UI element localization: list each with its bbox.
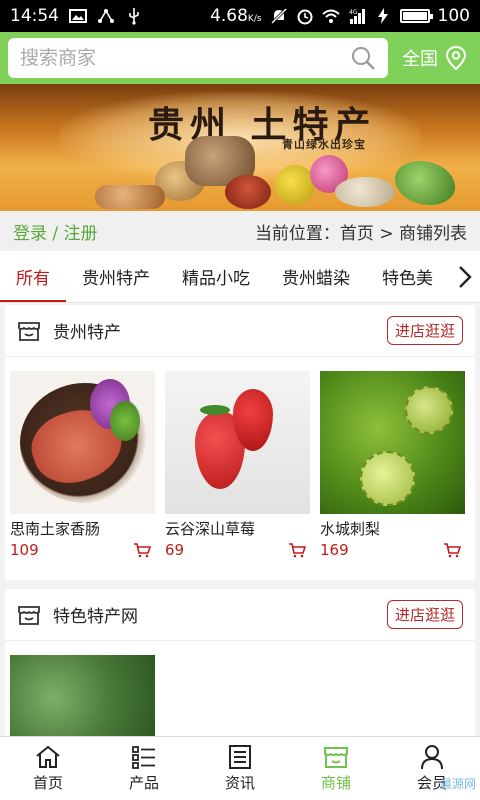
region-selector[interactable]: 全国 <box>402 45 468 71</box>
nav-label: 商铺 <box>320 774 351 792</box>
region-label: 全国 <box>402 49 438 70</box>
product-list: 思南土家香肠 109 云谷深山草莓 69 水城刺梨 169 <box>5 357 475 559</box>
banner-food-leaves <box>395 161 455 205</box>
promo-banner[interactable]: 贵州 土特产 青山绿水出珍宝 <box>0 84 480 211</box>
product-image-tree[interactable] <box>10 655 155 736</box>
news-icon <box>229 745 251 769</box>
product-price: 109 <box>10 541 39 559</box>
product-image-prickly-pear[interactable] <box>320 371 465 514</box>
search-box[interactable] <box>8 38 388 78</box>
product-name: 思南土家香肠 <box>10 520 101 538</box>
shop-name[interactable]: 特色特产网 <box>53 602 138 627</box>
bottom-nav: 首页 产品 资讯 商铺 会员 晨源网 <box>0 736 480 800</box>
product-item[interactable]: 水城刺梨 169 <box>320 371 465 559</box>
banner-subtitle: 青山绿水出珍宝 <box>282 138 366 151</box>
store-icon <box>18 605 40 625</box>
shop-card: 贵州特产 进店逛逛 思南土家香肠 109 云谷深山草莓 69 水城刺梨 169 <box>5 305 475 580</box>
nav-products[interactable]: 产品 <box>96 737 192 800</box>
wifi-icon <box>321 7 340 25</box>
status-time: 14:54 <box>10 6 59 26</box>
location-pin-icon <box>445 45 467 71</box>
tab-snacks[interactable]: 精品小吃 <box>166 251 266 302</box>
tab-all[interactable]: 所有 <box>0 251 66 302</box>
product-price: 169 <box>320 541 349 559</box>
category-tabs: 所有 贵州特产 精品小吃 贵州蜡染 特色美 <box>0 251 480 303</box>
product-item[interactable]: 云谷深山草莓 69 <box>165 371 310 559</box>
cart-icon[interactable] <box>443 542 461 558</box>
product-item[interactable]: 思南土家香肠 109 <box>10 371 155 559</box>
battery-level: 100 <box>437 6 470 26</box>
cart-icon[interactable] <box>288 542 306 558</box>
cart-icon[interactable] <box>133 542 151 558</box>
list-icon <box>132 746 155 769</box>
product-image-sausage[interactable] <box>10 371 155 514</box>
mute-icon <box>270 7 288 25</box>
user-icon <box>421 745 443 770</box>
usb-icon <box>125 7 143 25</box>
product-item[interactable] <box>10 655 155 736</box>
login-register-link[interactable]: 登录 / 注册 <box>13 219 98 244</box>
banner-food-roots <box>95 185 165 209</box>
product-name: 云谷深山草莓 <box>165 520 256 538</box>
visit-shop-button[interactable]: 进店逛逛 <box>386 600 463 629</box>
shop-header: 贵州特产 进店逛逛 <box>5 305 475 357</box>
search-icon[interactable] <box>350 45 376 71</box>
tab-specialty-food[interactable]: 特色美 <box>366 251 449 302</box>
product-list <box>5 641 475 736</box>
share-icon <box>97 7 115 25</box>
search-header: 全国 <box>0 32 480 84</box>
network-speed: 4.68K/s <box>210 6 262 26</box>
breadcrumb-bar: 登录 / 注册 当前位置：首页 > 商铺列表 <box>0 211 480 251</box>
breadcrumb: 当前位置：首页 > 商铺列表 <box>254 223 467 244</box>
product-image-strawberry[interactable] <box>165 371 310 514</box>
nav-label: 首页 <box>32 774 63 792</box>
shop-name[interactable]: 贵州特产 <box>53 318 121 343</box>
banner-food-mushroom <box>225 175 271 209</box>
nav-label: 资讯 <box>224 774 255 792</box>
battery-icon <box>399 9 433 23</box>
chevron-right-icon[interactable] <box>450 251 480 302</box>
product-name: 水城刺梨 <box>320 520 381 538</box>
signal-icon: 4G <box>348 7 366 25</box>
nav-shops[interactable]: 商铺 <box>288 737 384 800</box>
alarm-icon <box>296 7 314 25</box>
home-icon <box>36 745 60 768</box>
store-icon <box>324 747 348 768</box>
nav-home[interactable]: 首页 <box>0 737 96 800</box>
banner-food-nuts <box>335 177 395 207</box>
nav-news[interactable]: 资讯 <box>192 737 288 800</box>
svg-text:4G: 4G <box>349 9 358 16</box>
visit-shop-button[interactable]: 进店逛逛 <box>386 316 463 345</box>
image-notification-icon <box>69 7 87 25</box>
product-price: 69 <box>165 541 185 559</box>
store-icon <box>18 321 40 341</box>
charging-icon <box>374 7 392 25</box>
nav-label: 产品 <box>128 774 159 792</box>
shop-header: 特色特产网 进店逛逛 <box>5 589 475 641</box>
watermark: 晨源网 <box>439 777 476 791</box>
status-bar: 14:54 4.68K/s 4G 100 <box>0 0 480 32</box>
search-input[interactable] <box>20 47 350 69</box>
banner-food-fruits <box>275 165 315 205</box>
tab-batik[interactable]: 贵州蜡染 <box>266 251 366 302</box>
tab-guizhou-specialty[interactable]: 贵州特产 <box>66 251 166 302</box>
shop-card: 特色特产网 进店逛逛 <box>5 589 475 736</box>
